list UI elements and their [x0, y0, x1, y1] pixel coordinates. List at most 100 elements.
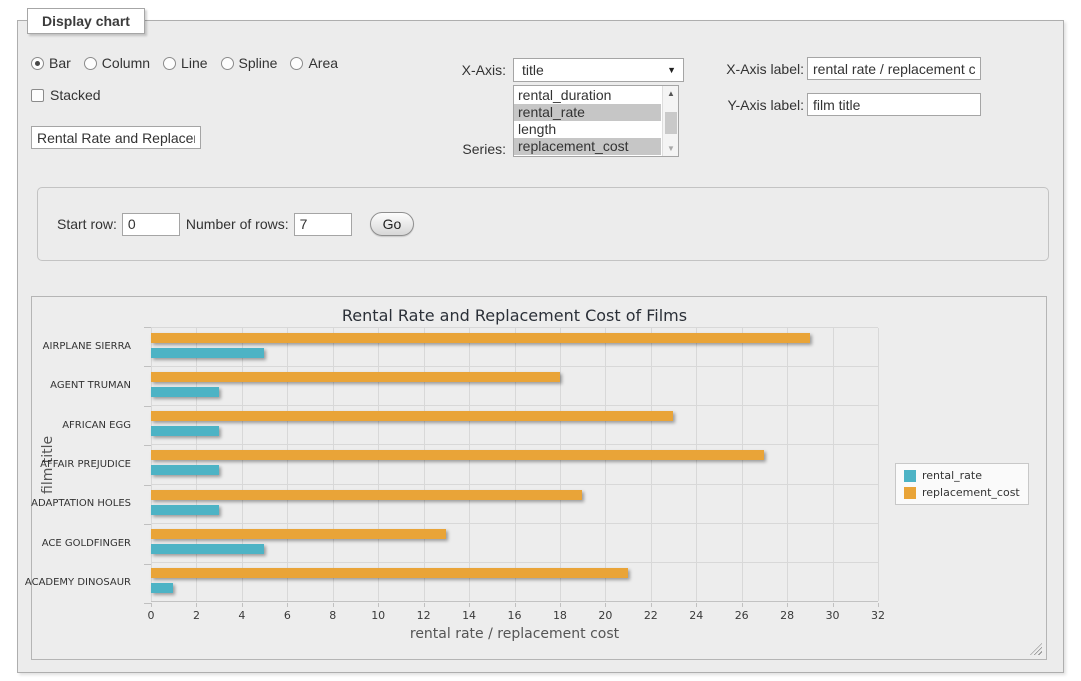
series-option-length[interactable]: length: [514, 121, 661, 138]
category-label: ACE GOLDFINGER: [32, 523, 141, 562]
x-axis-select-label: X-Axis:: [348, 62, 506, 78]
x-tick-label: 6: [267, 609, 307, 622]
x-tick-label: 32: [858, 609, 898, 622]
x-tick-label: 22: [631, 609, 671, 622]
chart-type-radio-column[interactable]: Column: [84, 55, 150, 71]
x-axis-label-label: X-Axis label:: [644, 61, 804, 77]
x-tick-mark: [833, 603, 834, 607]
x-tick-label: 26: [722, 609, 762, 622]
chart-category-row: [151, 405, 878, 444]
radio-icon: [84, 57, 97, 70]
series-option-rental_rate[interactable]: rental_rate: [514, 104, 661, 121]
legend-label: rental_rate: [922, 469, 982, 482]
category-label: AGENT TRUMAN: [32, 366, 141, 405]
bar-rental_rate[interactable]: [151, 348, 264, 358]
num-rows-input[interactable]: [294, 213, 352, 236]
radio-label: Line: [181, 55, 207, 71]
go-button[interactable]: Go: [370, 212, 415, 236]
y-axis-label-input[interactable]: [807, 93, 981, 116]
category-label: AFRICAN EGG: [32, 406, 141, 445]
y-tick-mark: [144, 327, 151, 328]
y-tick-mark: [144, 564, 151, 565]
stacked-checkbox-row[interactable]: Stacked: [31, 87, 101, 103]
x-tick-label: 24: [676, 609, 716, 622]
chart-title: Rental Rate and Replacement Cost of Film…: [151, 306, 878, 325]
series-option-rental_duration[interactable]: rental_duration: [514, 87, 661, 104]
bar-replacement_cost[interactable]: [151, 490, 582, 500]
x-tick-mark: [151, 603, 152, 607]
radio-icon: [221, 57, 234, 70]
resize-grip-icon[interactable]: [1030, 643, 1042, 655]
x-tick-mark: [878, 603, 879, 607]
bar-rental_rate[interactable]: [151, 387, 219, 397]
x-tick-mark: [605, 603, 606, 607]
radio-icon: [163, 57, 176, 70]
bar-replacement_cost[interactable]: [151, 372, 560, 382]
x-tick-mark: [469, 603, 470, 607]
chart-category-row: [151, 444, 878, 483]
x-tick-mark: [333, 603, 334, 607]
chart-category-row: [151, 484, 878, 523]
bar-replacement_cost[interactable]: [151, 568, 628, 578]
x-tick-mark: [787, 603, 788, 607]
chart-x-tick-labels: 02468101214161820222426283032: [151, 609, 878, 623]
x-tick-mark: [651, 603, 652, 607]
radio-icon: [31, 57, 44, 70]
bar-replacement_cost[interactable]: [151, 529, 446, 539]
stacked-checkbox[interactable]: [31, 89, 44, 102]
scrollbar-thumb[interactable]: [665, 112, 677, 134]
rows-panel: Start row: Number of rows: Go: [37, 187, 1049, 261]
chart-type-radio-line[interactable]: Line: [163, 55, 207, 71]
bar-replacement_cost[interactable]: [151, 411, 673, 421]
x-axis-label-input[interactable]: [807, 57, 981, 80]
series-listbox[interactable]: rental_durationrental_ratelengthreplacem…: [513, 85, 679, 157]
bar-rental_rate[interactable]: [151, 426, 219, 436]
chart-x-tick-marks: [151, 603, 878, 607]
x-tick-label: 10: [358, 609, 398, 622]
x-tick-label: 12: [404, 609, 444, 622]
x-tick-label: 28: [767, 609, 807, 622]
y-tick-mark: [144, 366, 151, 367]
bar-rental_rate[interactable]: [151, 505, 219, 515]
series-list-label: Series:: [348, 141, 506, 157]
x-tick-mark: [515, 603, 516, 607]
legend-swatch: [904, 487, 916, 499]
legend-item-rental_rate[interactable]: rental_rate: [904, 469, 1020, 482]
x-tick-mark: [196, 603, 197, 607]
panel-legend: Display chart: [27, 8, 145, 34]
legend-item-replacement_cost[interactable]: replacement_cost: [904, 486, 1020, 499]
x-tick-label: 30: [813, 609, 853, 622]
start-row-input[interactable]: [122, 213, 180, 236]
y-tick-mark: [144, 445, 151, 446]
category-label: AIRPLANE SIERRA: [32, 327, 141, 366]
chart-category-row: [151, 523, 878, 562]
chart-legend: rental_rate replacement_cost: [895, 463, 1029, 505]
legend-swatch: [904, 470, 916, 482]
x-tick-label: 14: [449, 609, 489, 622]
chart-container: Rental Rate and Replacement Cost of Film…: [31, 296, 1047, 660]
y-tick-mark: [144, 603, 151, 604]
y-tick-mark: [144, 485, 151, 486]
bar-rental_rate[interactable]: [151, 583, 173, 593]
y-axis-label-label: Y-Axis label:: [644, 97, 804, 113]
chart-category-labels: AIRPLANE SIERRAAGENT TRUMANAFRICAN EGGAF…: [32, 327, 141, 602]
x-tick-label: 0: [131, 609, 171, 622]
scroll-down-icon[interactable]: ▼: [663, 141, 679, 156]
bar-rental_rate[interactable]: [151, 544, 264, 554]
chart-title-input[interactable]: [31, 126, 201, 149]
category-label: AFFAIR PREJUDICE: [32, 445, 141, 484]
chart-category-row: [151, 562, 878, 601]
num-rows-label: Number of rows:: [186, 216, 289, 232]
chart-type-radio-spline[interactable]: Spline: [221, 55, 278, 71]
chart-type-radio-bar[interactable]: Bar: [31, 55, 71, 71]
y-tick-mark: [144, 406, 151, 407]
x-tick-mark: [742, 603, 743, 607]
radio-icon: [290, 57, 303, 70]
series-option-replacement_cost[interactable]: replacement_cost: [514, 138, 661, 155]
chart-type-radios: Bar Column Line Spline Area: [31, 55, 351, 71]
chart-type-radio-area[interactable]: Area: [290, 55, 338, 71]
chart-y-tick-marks: [144, 327, 151, 603]
bar-replacement_cost[interactable]: [151, 450, 764, 460]
bar-replacement_cost[interactable]: [151, 333, 810, 343]
bar-rental_rate[interactable]: [151, 465, 219, 475]
